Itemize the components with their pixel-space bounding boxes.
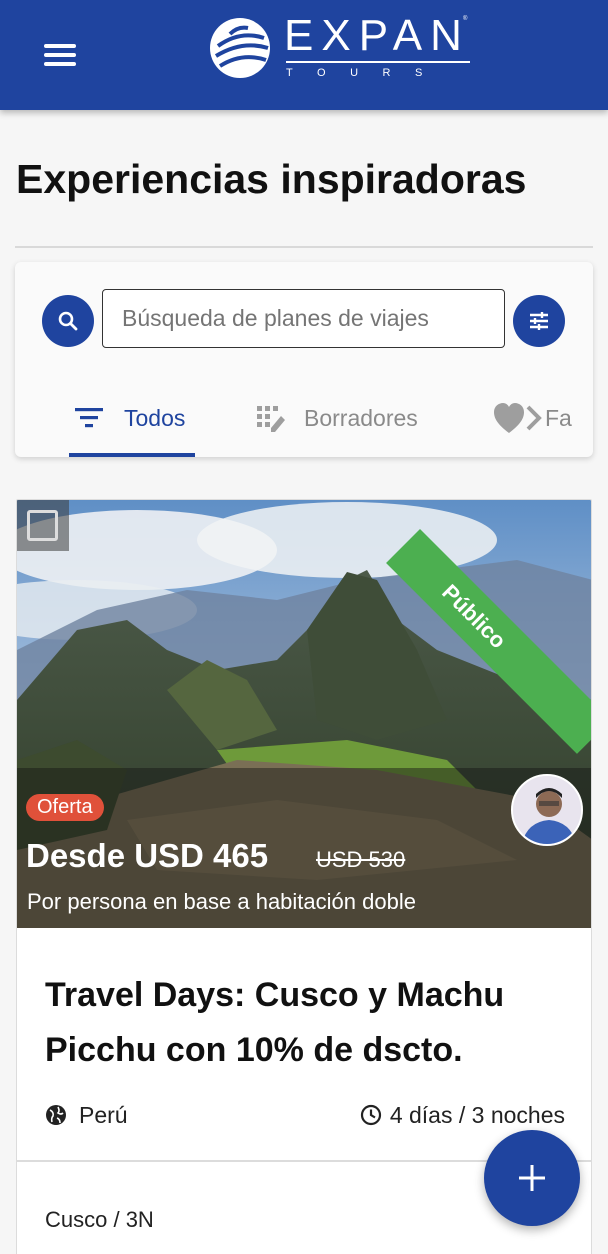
- tab-borradores[interactable]: Borradores: [255, 382, 445, 457]
- hamburger-bar: [44, 53, 76, 57]
- title-divider: [15, 246, 593, 248]
- filter-button[interactable]: [513, 295, 565, 347]
- search-panel: Todos Borradores Fa: [15, 262, 593, 457]
- tab-label: Borradores: [304, 405, 418, 431]
- expan-tours-logo[interactable]: EXPAN ® TOURS: [208, 11, 478, 82]
- clock-icon: [360, 1104, 381, 1126]
- filter-list-icon: [75, 408, 103, 428]
- search-button[interactable]: [42, 295, 94, 347]
- draft-grid-icon: [257, 406, 285, 432]
- itinerary-segment: Cusco / 3N: [45, 1207, 154, 1232]
- globe-logo-icon: [210, 18, 270, 78]
- globe-icon: [46, 1105, 66, 1125]
- logo-trademark: ®: [463, 16, 468, 22]
- search-icon: [58, 311, 78, 331]
- trip-photo: Público Oferta Desde USD 465 USD 530 Por…: [17, 500, 591, 928]
- price-note: Por persona en base a habitación doble: [27, 889, 416, 914]
- country-text: Perú: [79, 1102, 128, 1128]
- plus-icon: [519, 1165, 545, 1191]
- trip-meta: Perú 4 días / 3 noches: [45, 1100, 565, 1130]
- logo-name: EXPAN: [284, 11, 470, 60]
- add-trip-button[interactable]: [484, 1130, 580, 1226]
- app-header: EXPAN ® TOURS: [0, 0, 608, 110]
- tab-favoritos[interactable]: Fa: [493, 382, 593, 457]
- duration-text: 4 días / 3 noches: [389, 1102, 565, 1128]
- trip-duration: 4 días / 3 noches: [360, 1100, 565, 1130]
- agent-avatar[interactable]: [511, 774, 583, 846]
- tune-icon: [530, 312, 548, 330]
- page-title: Experiencias inspiradoras: [16, 156, 527, 202]
- hamburger-bar: [44, 44, 76, 48]
- tab-todos[interactable]: Todos: [73, 382, 203, 457]
- trip-old-price: USD 530: [316, 847, 406, 872]
- active-tab-indicator: [69, 453, 195, 457]
- trip-country: Perú: [45, 1100, 128, 1130]
- tab-label: Fa: [545, 405, 572, 431]
- logo-subtitle: TOURS: [286, 67, 447, 79]
- select-checkbox[interactable]: [17, 500, 69, 551]
- trip-price: Desde USD 465: [26, 837, 269, 874]
- search-input[interactable]: [102, 289, 505, 348]
- menu-button[interactable]: [40, 38, 82, 72]
- tab-label: Todos: [124, 405, 186, 431]
- trip-title: Travel Days: Cusco y Machu Picchu con 10…: [45, 976, 505, 1069]
- heart-share-icon: [494, 403, 542, 433]
- logo-rule: [286, 61, 470, 63]
- person-avatar-image: [513, 776, 581, 844]
- hamburger-bar: [44, 62, 76, 66]
- offer-badge: Oferta: [26, 794, 104, 821]
